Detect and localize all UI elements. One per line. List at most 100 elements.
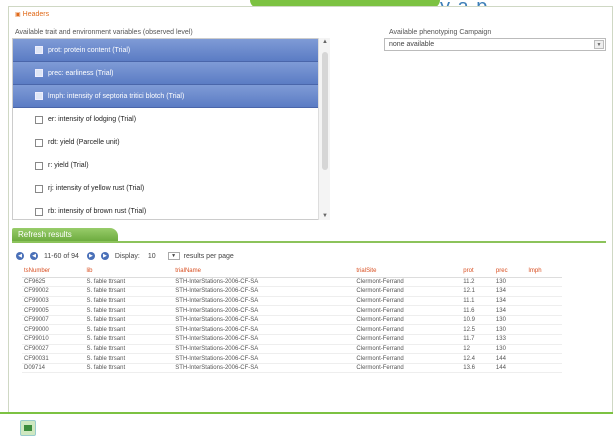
table-cell: CF99007 (22, 315, 85, 326)
trait-label: r: yield (Trial) (48, 162, 89, 169)
table-cell: STH-InterStations-2006-CF-SA (173, 324, 355, 336)
trait-label: rdt: yield (Parcelle unit) (48, 139, 120, 146)
table-cell (526, 277, 562, 288)
table-cell: STH-InterStations-2006-CF-SA (173, 334, 355, 345)
table-row: CF90031 S. fable ttrsant STH-InterStations… (22, 353, 562, 364)
table-cell: 144 (493, 353, 527, 364)
scroll-up-icon[interactable]: ▲ (322, 39, 328, 45)
trait-label: rj: intensity of yellow rust (Trial) (48, 185, 145, 192)
table-cell: STH-InterStations-2006-CF-SA (173, 286, 355, 297)
trait-checkbox[interactable] (35, 184, 43, 193)
table-cell: STH-InterStations-2006-CF-SA (173, 305, 355, 316)
results-table: tsNumber lib trialName trialSite prot prec lmp… (22, 265, 562, 374)
table-cell: CF99005 (22, 305, 85, 316)
scroll-down-icon[interactable]: ▼ (322, 213, 328, 219)
next-page-icon[interactable]: ▶ (86, 252, 95, 260)
table-cell (526, 296, 562, 307)
scrollbar-thumb[interactable] (322, 52, 328, 170)
trait-option[interactable]: rj: intensity of yellow rust (Trial) (13, 177, 329, 200)
table-cell: 12.5 (461, 324, 494, 336)
table-cell: STH-InterStations-2006-CF-SA (173, 315, 355, 326)
trait-label: lmph: intensity of septoria tritici blot… (48, 92, 185, 100)
page-range: 11-60 of 94 (44, 252, 79, 260)
column-header[interactable]: tsNumber (22, 265, 85, 278)
table-cell (526, 353, 562, 364)
headers-toggle[interactable]: ▣ Headers (15, 11, 49, 18)
table-row: CF99000 S. fable ttrsant STH-InterStations… (22, 324, 562, 336)
table-cell: 12.4 (461, 353, 494, 364)
chevron-down-icon[interactable]: ▼ (594, 40, 604, 49)
table-cell: Clermont-Ferrand (354, 286, 462, 297)
table-cell: 134 (493, 296, 527, 307)
traits-label: Available trait and environment variable… (15, 29, 193, 36)
table-cell: S. fable ttrsant (84, 305, 174, 316)
table-cell: Clermont-Ferrand (354, 334, 462, 345)
table-cell: D09714 (22, 363, 85, 374)
campaign-select[interactable]: none available ▼ (384, 38, 606, 51)
table-cell: CF99002 (22, 286, 85, 297)
table-cell: 12.1 (461, 286, 494, 297)
trait-option[interactable]: prec: earliness (Trial) (13, 62, 329, 85)
table-cell: 12 (461, 344, 494, 355)
table-cell: CF99010 (22, 334, 85, 345)
pagination-bar: ◀ ◀ 11-60 of 94 ▶ ▶ Display: 10 ▼ result… (16, 250, 416, 262)
table-cell: Clermont-Ferrand (354, 277, 462, 288)
column-header[interactable]: prec (493, 265, 527, 278)
previous-page-icon[interactable]: ◀ (30, 252, 38, 260)
table-cell: 134 (493, 305, 527, 316)
trait-listbox[interactable]: prot: protein content (Trial) prec: earli… (12, 38, 330, 220)
last-page-icon[interactable]: ▶ (100, 252, 109, 260)
table-cell: S. fable ttrsant (84, 353, 174, 364)
first-page-icon[interactable]: ◀ (16, 252, 24, 260)
trait-list-scrollbar[interactable]: ▲ ▼ (318, 38, 330, 220)
display-count: 10 (147, 252, 156, 260)
table-row: CF99010 S. fable ttrsant STH-InterStations… (22, 334, 562, 345)
trait-checkbox[interactable] (35, 138, 43, 147)
bottom-bar (0, 412, 613, 447)
trait-checkbox[interactable] (35, 115, 43, 124)
table-cell: 13.6 (461, 363, 494, 374)
trait-option[interactable]: rdt: yield (Parcelle unit) (13, 131, 329, 154)
table-cell: 134 (493, 286, 527, 297)
table-cell (526, 315, 562, 326)
column-header[interactable]: trialSite (354, 265, 462, 278)
table-cell (526, 363, 562, 374)
table-cell: S. fable ttrsant (84, 296, 174, 307)
table-cell: CF90031 (22, 353, 85, 364)
bottom-divider (0, 412, 613, 414)
table-cell: CF99003 (22, 296, 85, 307)
table-cell: CF90027 (22, 344, 85, 355)
column-header[interactable]: lmph (526, 265, 562, 278)
table-cell: 144 (493, 363, 527, 374)
trait-checkbox[interactable] (35, 69, 43, 77)
table-cell: STH-InterStations-2006-CF-SA (173, 363, 355, 374)
table-row: CF99002 S. fable ttrsant STH-InterStations… (22, 286, 562, 297)
column-header[interactable]: prot (461, 265, 494, 278)
column-header[interactable]: lib (84, 265, 174, 278)
table-cell: CF99000 (22, 324, 85, 336)
table-cell: Clermont-Ferrand (354, 363, 462, 374)
refresh-results-button[interactable]: Refresh results (12, 228, 118, 242)
trait-option[interactable]: rb: intensity of brown rust (Trial) (13, 200, 329, 219)
trait-option[interactable]: er: intensity of lodging (Trial) (13, 108, 329, 131)
trait-checkbox[interactable] (35, 161, 43, 170)
table-cell: Clermont-Ferrand (354, 324, 462, 336)
table-cell (526, 324, 562, 336)
table-cell: 130 (493, 277, 527, 288)
trait-option[interactable]: r: yield (Trial) (13, 154, 329, 177)
trait-option[interactable]: lmph: intensity of septoria tritici blot… (13, 85, 329, 108)
table-cell: 11.2 (461, 277, 494, 288)
table-header-row: tsNumber lib trialName trialSite prot prec lmp… (22, 265, 562, 278)
trait-checkbox[interactable] (35, 92, 43, 100)
table-cell (526, 334, 562, 345)
trait-checkbox[interactable] (35, 207, 43, 216)
column-header[interactable]: trialName (173, 265, 355, 278)
campaign-select-value: none available (389, 41, 435, 48)
table-cell: 133 (493, 334, 527, 345)
trait-option[interactable]: prot: protein content (Trial) (13, 39, 329, 62)
table-cell: STH-InterStations-2006-CF-SA (173, 344, 355, 355)
export-icon[interactable] (20, 420, 36, 436)
table-cell: S. fable ttrsant (84, 286, 174, 297)
per-page-dropdown-icon[interactable]: ▼ (167, 252, 180, 260)
trait-checkbox[interactable] (35, 46, 43, 54)
